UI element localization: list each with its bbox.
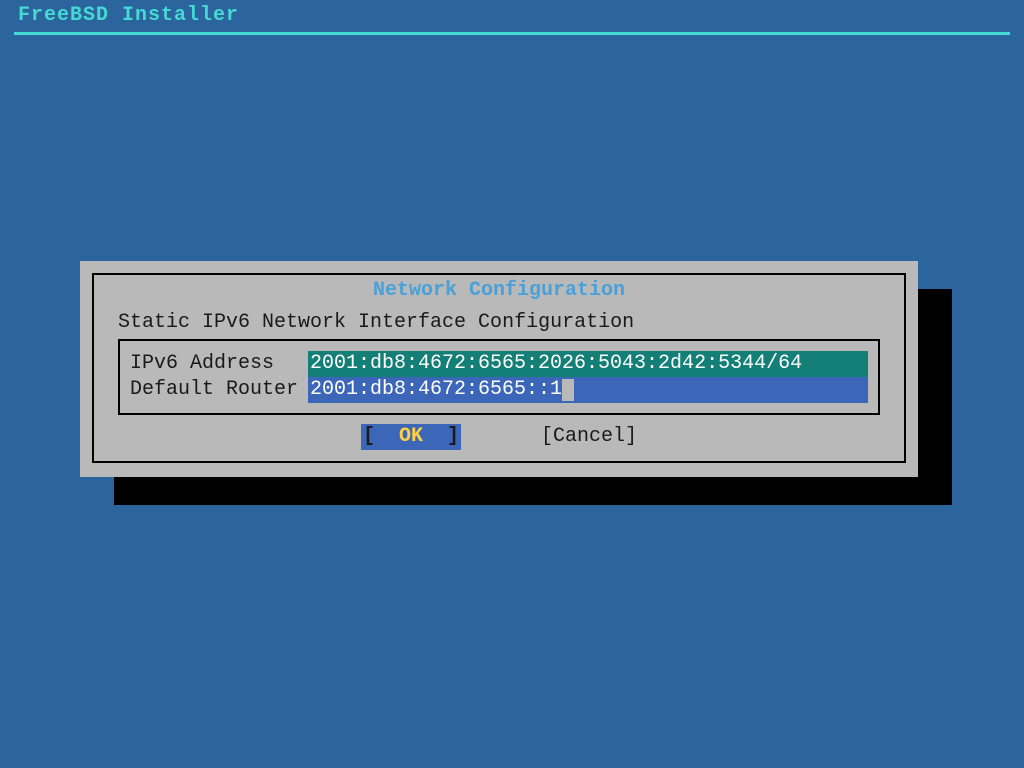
ok-button-label: OK [375, 425, 447, 448]
dialog-title: Network Configuration [369, 279, 629, 302]
installer-screen: FreeBSD Installer Network Configuration … [0, 0, 1024, 768]
text-cursor [562, 379, 574, 401]
default-router-value: 2001:db8:4672:6565::1 [310, 378, 562, 401]
dialog-buttons: [ OK ] [Cancel] [94, 423, 904, 451]
dialog-subtitle: Static IPv6 Network Interface Configurat… [118, 311, 634, 334]
cancel-button[interactable]: [Cancel] [541, 424, 637, 450]
default-router-row: Default Router 2001:db8:4672:6565::1 [130, 377, 868, 403]
default-router-label: Default Router [130, 377, 308, 403]
app-title: FreeBSD Installer [18, 4, 239, 27]
ok-button[interactable]: [ OK ] [361, 424, 461, 450]
dialog-frame: Network Configuration Static IPv6 Networ… [92, 273, 906, 463]
default-router-input[interactable]: 2001:db8:4672:6565::1 [308, 377, 868, 403]
ipv6-address-label: IPv6 Address [130, 351, 308, 377]
ipv6-address-input[interactable]: 2001:db8:4672:6565:2026:5043:2d42:5344/6… [308, 351, 868, 377]
cancel-button-label: Cancel [553, 425, 625, 448]
fields-frame: IPv6 Address 2001:db8:4672:6565:2026:504… [118, 339, 880, 415]
title-rule [14, 32, 1010, 35]
ipv6-address-row: IPv6 Address 2001:db8:4672:6565:2026:504… [130, 351, 868, 377]
network-config-dialog: Network Configuration Static IPv6 Networ… [80, 261, 918, 477]
